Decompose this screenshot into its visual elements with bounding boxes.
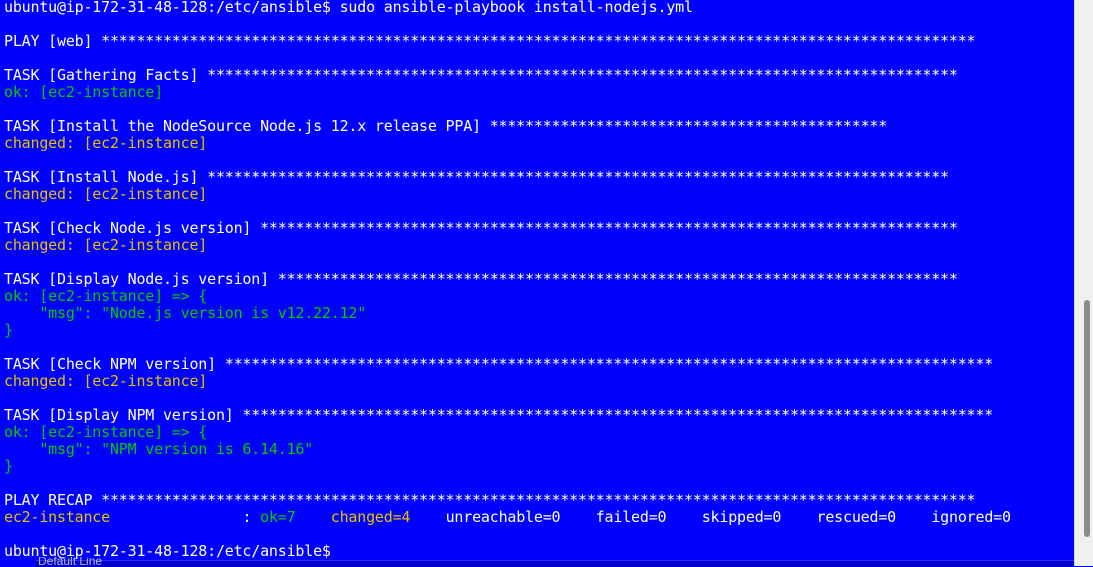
task-header: TASK [Check NPM version] ***************… xyxy=(4,356,994,373)
task-header: TASK [Display Node.js version] *********… xyxy=(4,271,958,288)
command-text: sudo ansible-playbook install-nodejs.yml xyxy=(330,0,693,16)
debug-close: } xyxy=(4,458,13,475)
recap-changed: changed=4 xyxy=(330,509,411,526)
debug-msg: "msg": "NPM version is 6.14.16" xyxy=(4,441,314,458)
task-header: TASK [Gathering Facts] *****************… xyxy=(4,67,958,84)
final-shell-prompt: ubuntu@ip-172-31-48-128:/etc/ansible$ xyxy=(4,543,331,560)
recap-separator: : xyxy=(109,509,261,526)
play-header: PLAY [web] *****************************… xyxy=(4,33,976,50)
recap-skipped: skipped=0 xyxy=(701,509,782,526)
task-header: TASK [Check Node.js version] ***********… xyxy=(4,220,958,237)
task-header: TASK [Display NPM version] *************… xyxy=(4,407,994,424)
task-result-ok: ok: [ec2-instance] => { xyxy=(4,288,208,305)
scrollbar-thumb[interactable] xyxy=(1084,300,1090,537)
recap-ok: ok=7 xyxy=(260,509,296,526)
task-header: TASK [Install Node.js] *****************… xyxy=(4,169,949,186)
recap-rescued: rescued=0 xyxy=(816,509,897,526)
terminal-window[interactable]: ubuntu@ip-172-31-48-128:/etc/ansible$ su… xyxy=(0,0,1074,566)
play-recap-row: ec2-instance : ok=7 changed=4 unreachabl… xyxy=(4,509,1074,526)
task-result-changed: changed: [ec2-instance] xyxy=(4,186,208,203)
vertical-scrollbar[interactable] xyxy=(1074,0,1093,566)
recap-unreachable: unreachable=0 xyxy=(445,509,561,526)
task-result-ok: ok: [ec2-instance] xyxy=(4,84,163,101)
recap-ignored: ignored=0 xyxy=(931,509,1011,526)
debug-msg: "msg": "Node.js version is v12.22.12" xyxy=(4,305,367,322)
task-result-ok: ok: [ec2-instance] => { xyxy=(4,424,208,441)
shell-prompt: ubuntu@ip-172-31-48-128:/etc/ansible$ xyxy=(4,0,331,16)
debug-close: } xyxy=(4,322,13,339)
recap-failed: failed=0 xyxy=(595,509,667,526)
command-line: ubuntu@ip-172-31-48-128:/etc/ansible$ su… xyxy=(4,0,1074,16)
underlying-window-text: Default Line xyxy=(38,557,103,566)
task-result-changed: changed: [ec2-instance] xyxy=(4,135,208,152)
recap-host: ec2-instance xyxy=(4,509,110,526)
task-result-changed: changed: [ec2-instance] xyxy=(4,237,208,254)
terminal-output: ubuntu@ip-172-31-48-128:/etc/ansible$ su… xyxy=(4,0,1074,560)
play-recap-header: PLAY RECAP *****************************… xyxy=(4,492,976,509)
task-header: TASK [Install the NodeSource Node.js 12.… xyxy=(4,118,888,135)
task-result-changed: changed: [ec2-instance] xyxy=(4,373,208,390)
